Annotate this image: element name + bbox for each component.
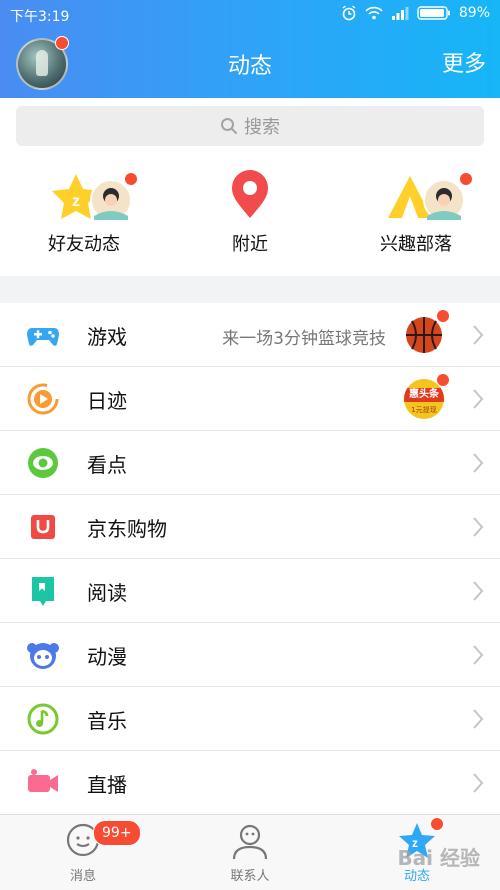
video-camera-icon bbox=[28, 769, 58, 792]
battery-percent: 89% bbox=[458, 5, 490, 21]
chevron-right-icon bbox=[473, 389, 484, 409]
chevron-right-icon bbox=[473, 325, 484, 345]
chevron-right-icon bbox=[473, 709, 484, 729]
top-panel: 搜索 z 好友动态 附近 兴趣部落 bbox=[0, 98, 500, 276]
list-item-game[interactable]: 游戏 来一场3分钟篮球竞技 bbox=[0, 303, 500, 367]
list-item-watch[interactable]: 看点 bbox=[0, 431, 500, 495]
message-count-badge: 99+ bbox=[93, 820, 141, 846]
diary-dot bbox=[436, 373, 450, 387]
tab-label: 联系人 bbox=[230, 869, 270, 884]
search-input[interactable]: 搜索 bbox=[16, 106, 484, 146]
list-item-jd-shopping[interactable]: 京东购物 bbox=[0, 495, 500, 559]
interest-tribe-dot bbox=[459, 172, 473, 186]
list-item-music[interactable]: 音乐 bbox=[0, 687, 500, 751]
game-dot bbox=[436, 309, 450, 323]
signal-icon bbox=[391, 7, 409, 20]
ad-thumbnail-title: 惠头条 bbox=[404, 388, 444, 402]
list-item-label: 阅读 bbox=[87, 581, 127, 605]
list-item-anime[interactable]: 动漫 bbox=[0, 623, 500, 687]
list-item-label: 游戏 bbox=[87, 325, 127, 349]
title-bar: 动态 更多 bbox=[0, 30, 500, 98]
music-note-icon bbox=[27, 703, 59, 735]
wifi-icon bbox=[365, 6, 383, 20]
list-item-reading[interactable]: 阅读 bbox=[0, 559, 500, 623]
person-icon bbox=[232, 824, 268, 860]
alarm-icon bbox=[342, 5, 356, 21]
ad-thumbnail-subtitle: 1元提现 bbox=[411, 406, 437, 414]
chevron-right-icon bbox=[473, 581, 484, 601]
search-icon bbox=[221, 118, 237, 134]
status-bar: 下午3:19 89% bbox=[0, 0, 500, 30]
feature-list: 游戏 来一场3分钟篮球竞技 日迹 惠头条 1元提现 看点 京东购物 阅读 动漫 … bbox=[0, 303, 500, 814]
list-item-label: 动漫 bbox=[87, 645, 127, 669]
list-item-label: 京东购物 bbox=[87, 517, 167, 541]
chevron-right-icon bbox=[473, 645, 484, 665]
play-circle-icon bbox=[27, 383, 59, 415]
status-time: 下午3:19 bbox=[10, 9, 70, 25]
watermark: Bai 经验 bbox=[397, 846, 480, 870]
svg-text:z: z bbox=[72, 193, 80, 210]
chevron-right-icon bbox=[473, 453, 484, 473]
header: 下午3:19 89% 动态 更多 bbox=[0, 0, 500, 98]
list-item-live[interactable]: 直播 bbox=[0, 751, 500, 814]
quick-entry-label: 兴趣部落 bbox=[380, 234, 452, 255]
eye-icon bbox=[28, 448, 58, 478]
list-item-label: 看点 bbox=[87, 453, 127, 477]
battery-icon bbox=[417, 6, 450, 20]
list-item-label: 直播 bbox=[87, 773, 127, 797]
anime-face-icon bbox=[27, 643, 59, 669]
bag-icon bbox=[31, 515, 55, 539]
list-item-label: 音乐 bbox=[87, 709, 127, 733]
list-item-label: 日迹 bbox=[87, 389, 127, 413]
gamepad-icon bbox=[27, 328, 59, 346]
friend-feed-dot bbox=[124, 172, 138, 186]
location-pin-icon bbox=[232, 170, 268, 218]
tab-label: 消息 bbox=[69, 869, 96, 884]
list-item-note: 来一场3分钟篮球竞技 bbox=[222, 329, 386, 349]
quick-entry-label: 附近 bbox=[232, 234, 268, 255]
more-button[interactable]: 更多 bbox=[442, 46, 486, 78]
book-icon bbox=[32, 577, 54, 606]
chevron-right-icon bbox=[473, 773, 484, 793]
tab-contacts[interactable]: 联系人 bbox=[170, 815, 330, 890]
search-placeholder: 搜索 bbox=[244, 117, 280, 138]
chevron-right-icon bbox=[473, 517, 484, 537]
avatar-notification-dot bbox=[55, 36, 69, 50]
feed-tab-dot bbox=[430, 817, 444, 831]
quick-entry-label: 好友动态 bbox=[48, 234, 120, 255]
list-item-diary[interactable]: 日迹 惠头条 1元提现 bbox=[0, 367, 500, 431]
page-title: 动态 bbox=[227, 54, 272, 79]
